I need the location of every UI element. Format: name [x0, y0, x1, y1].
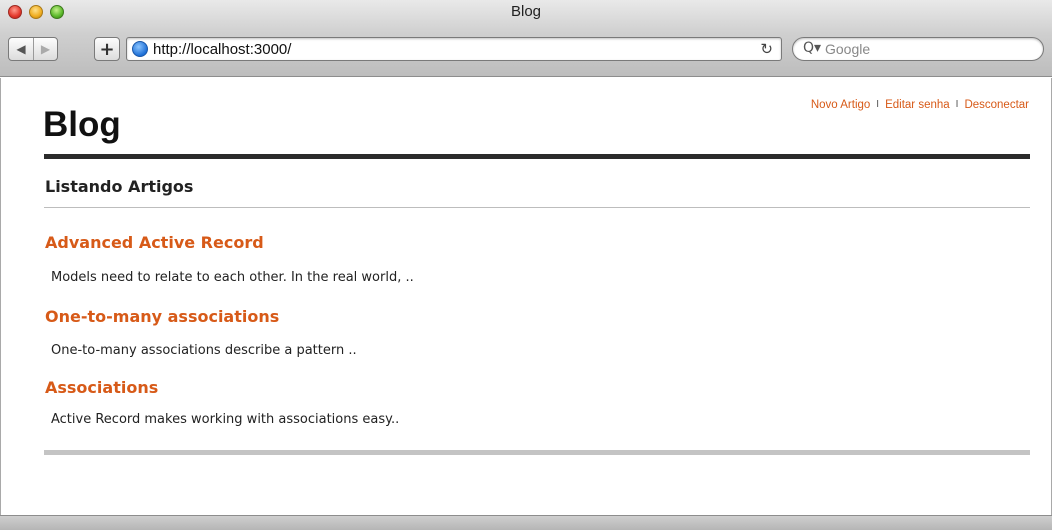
back-arrow-icon: ◀: [16, 42, 26, 56]
article-title-link[interactable]: Associations: [45, 378, 158, 397]
search-field[interactable]: Q▾: [792, 37, 1044, 61]
edit-password-link[interactable]: Editar senha: [885, 99, 950, 111]
article-summary: Active Record makes working with associa…: [51, 412, 400, 427]
plus-icon: +: [99, 38, 115, 60]
back-forward-group: ◀ ▶: [8, 37, 58, 61]
browser-statusbar: [0, 515, 1052, 530]
search-icon[interactable]: Q▾: [803, 40, 821, 56]
address-bar[interactable]: http://localhost:3000/ ↻: [126, 37, 782, 61]
section-divider: [44, 207, 1030, 208]
nav-separator: I: [876, 99, 880, 110]
nav-separator: I: [955, 99, 959, 110]
search-input[interactable]: [825, 39, 1035, 59]
new-article-link[interactable]: Novo Artigo: [811, 99, 870, 111]
article-title-link[interactable]: Advanced Active Record: [45, 233, 264, 252]
site-title: Blog: [43, 105, 121, 144]
page-content: Blog Novo Artigo I Editar senha I Descon…: [0, 78, 1052, 515]
window-title: Blog: [510, 3, 542, 20]
back-button[interactable]: ◀: [9, 38, 33, 60]
add-bookmark-button[interactable]: +: [95, 38, 119, 60]
user-nav: Novo Artigo I Editar senha I Desconectar: [811, 99, 1029, 111]
reload-icon[interactable]: ↻: [760, 40, 773, 58]
article-title-link[interactable]: One-to-many associations: [45, 307, 279, 326]
article-summary: One-to-many associations describe a patt…: [51, 343, 357, 358]
section-title: Listando Artigos: [45, 177, 194, 196]
add-bookmark-group: +: [94, 37, 120, 61]
article-summary: Models need to relate to each other. In …: [51, 270, 414, 285]
address-url[interactable]: http://localhost:3000/: [153, 41, 291, 58]
header-divider: [44, 154, 1030, 159]
forward-arrow-icon: ▶: [40, 42, 51, 56]
forward-button[interactable]: ▶: [33, 38, 57, 60]
browser-titlebar: Blog ◀ ▶ + http://localhost:3000/ ↻ Q▾: [0, 0, 1052, 77]
globe-icon: [132, 41, 148, 57]
logout-link[interactable]: Desconectar: [964, 99, 1029, 111]
footer-divider: [44, 450, 1030, 455]
